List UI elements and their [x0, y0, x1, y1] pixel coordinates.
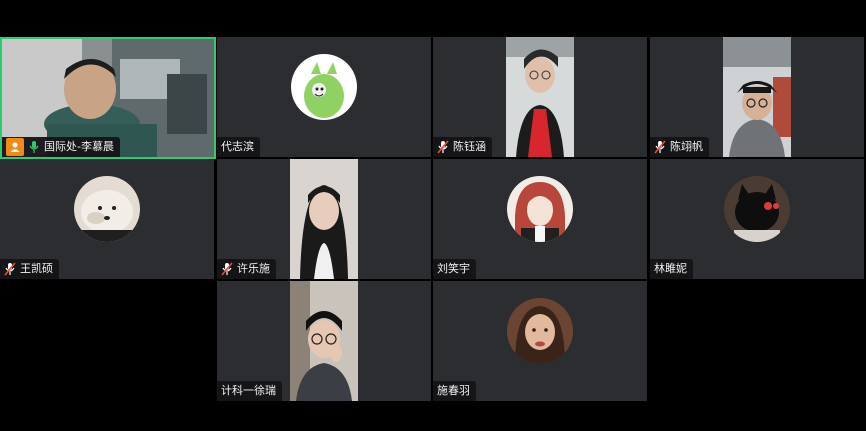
video-feed — [723, 37, 791, 157]
participant-name: 国际处-李慕晨 — [44, 140, 114, 153]
participant-name: 刘笑宇 — [437, 262, 470, 275]
participant-name-tag: 代志滨 — [217, 137, 260, 157]
participant-tile-2[interactable]: 代志滨 — [217, 37, 431, 157]
participant-name-tag: 国际处-李慕晨 — [2, 137, 120, 157]
participant-name-tag: 王凯硕 — [0, 259, 59, 279]
participant-tile-1[interactable]: 国际处-李慕晨 — [0, 37, 216, 159]
participant-name-tag: 陈翊帆 — [650, 137, 709, 157]
microphone-muted-icon — [654, 140, 666, 154]
participant-name-tag: 刘笑宇 — [433, 259, 476, 279]
microphone-muted-icon — [4, 262, 16, 276]
participant-tile-4[interactable]: 陈翊帆 — [650, 37, 864, 157]
participant-name-tag: 计科一徐瑞 — [217, 381, 282, 401]
participant-tile-3[interactable]: 陈钰涵 — [433, 37, 647, 157]
participant-name-tag: 许乐施 — [217, 259, 276, 279]
video-feed — [290, 159, 358, 279]
participant-name-tag: 施春羽 — [433, 381, 476, 401]
participant-name: 施春羽 — [437, 384, 470, 397]
participant-avatar — [507, 176, 573, 242]
microphone-muted-icon — [221, 262, 233, 276]
host-person-icon — [6, 138, 24, 156]
participant-avatar — [507, 298, 573, 364]
participant-tile-7[interactable]: 刘笑宇 — [433, 159, 647, 279]
video-feed — [290, 281, 358, 401]
participant-tile-8[interactable]: 林雎妮 — [650, 159, 864, 279]
video-feed — [506, 37, 574, 157]
participant-avatar — [291, 54, 357, 120]
participant-name: 王凯硕 — [20, 262, 53, 275]
participant-name: 计科一徐瑞 — [221, 384, 276, 397]
participant-avatar — [724, 176, 790, 242]
participant-name: 代志滨 — [221, 140, 254, 153]
participant-tile-6[interactable]: 许乐施 — [217, 159, 431, 279]
participant-name-tag: 陈钰涵 — [433, 137, 492, 157]
microphone-active-icon — [29, 141, 39, 153]
participant-tile-5[interactable]: 王凯硕 — [0, 159, 214, 279]
participant-avatar — [74, 176, 140, 242]
participant-name: 陈钰涵 — [453, 140, 486, 153]
participant-name: 林雎妮 — [654, 262, 687, 275]
participant-tile-10[interactable]: 施春羽 — [433, 281, 647, 401]
participant-name: 陈翊帆 — [670, 140, 703, 153]
participant-tile-9[interactable]: 计科一徐瑞 — [217, 281, 431, 401]
microphone-muted-icon — [437, 140, 449, 154]
participant-name: 许乐施 — [237, 262, 270, 275]
participant-name-tag: 林雎妮 — [650, 259, 693, 279]
